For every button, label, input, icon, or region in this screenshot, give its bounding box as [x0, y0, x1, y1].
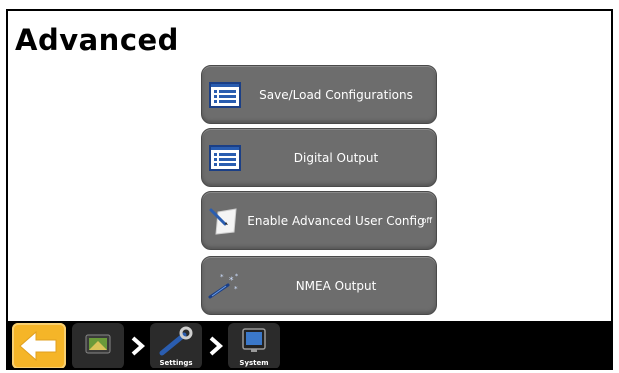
display-icon: [85, 334, 111, 354]
page-title: Advanced: [15, 23, 179, 57]
svg-text:*: *: [234, 285, 238, 293]
bottom-nav-bar: Settings System: [8, 321, 611, 368]
breadcrumb-settings[interactable]: Settings: [150, 323, 202, 368]
save-load-configurations-button[interactable]: Save/Load Configurations: [201, 65, 437, 124]
list-icon: [209, 145, 241, 171]
button-label: Enable Advanced User Config: [247, 213, 425, 228]
chevron-right-icon: [209, 336, 224, 356]
back-arrow-icon: [19, 330, 57, 362]
breadcrumb-label: System: [239, 359, 269, 367]
svg-text:*: *: [220, 273, 224, 281]
svg-text:*: *: [235, 273, 238, 280]
button-label: Save/Load Configurations: [259, 87, 413, 102]
chevron-right-icon: [131, 336, 146, 356]
app-window: Advanced Save/Load Configurations Digita…: [6, 9, 613, 370]
back-button[interactable]: [12, 323, 66, 368]
button-label: NMEA Output: [295, 278, 377, 293]
list-icon: [209, 82, 241, 108]
edit-note-icon: [209, 208, 237, 235]
magic-wand-icon: * * * *: [208, 273, 238, 299]
breadcrumb-home[interactable]: [72, 323, 124, 368]
button-label: Digital Output: [293, 150, 379, 165]
enable-advanced-user-config-button[interactable]: Enable Advanced User Config off: [201, 191, 437, 250]
breadcrumb-label: Settings: [159, 359, 193, 367]
nmea-output-button[interactable]: * * * * NMEA Output: [201, 256, 437, 315]
breadcrumb-system[interactable]: System: [228, 323, 280, 368]
digital-output-button[interactable]: Digital Output: [201, 128, 437, 187]
toggle-state: off: [421, 216, 432, 225]
